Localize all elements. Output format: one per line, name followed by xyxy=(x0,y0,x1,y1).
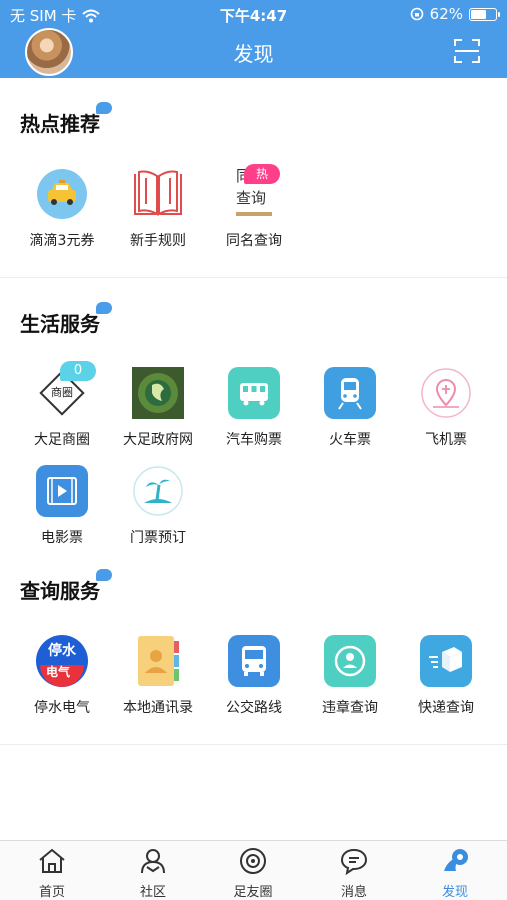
item-label: 门票预订 xyxy=(130,530,186,546)
item-label: 本地通讯录 xyxy=(123,700,193,716)
express-query-icon xyxy=(420,635,472,687)
tab-discover[interactable]: 发现 xyxy=(405,847,505,900)
life-item-bus-ticket[interactable]: 汽车购票 xyxy=(204,367,304,449)
friends-circle-icon xyxy=(240,848,266,874)
query-item-utilities[interactable]: 停水 电气 停水电气 xyxy=(12,635,112,717)
tab-friends-circle[interactable]: 足友圈 xyxy=(203,847,303,900)
item-label: 大足政府网 xyxy=(123,432,193,448)
bus-route-icon xyxy=(228,635,280,687)
life-item-train-ticket[interactable]: 火车票 xyxy=(300,367,400,449)
business-district-icon: 商圈 0 xyxy=(36,361,96,419)
status-bar: 无 SIM 卡 下午4:47 62% xyxy=(0,0,507,28)
tab-label: 首页 xyxy=(38,885,65,900)
discover-icon xyxy=(444,849,468,871)
tab-community[interactable]: 社区 xyxy=(103,847,203,900)
query-item-violation[interactable]: 违章查询 xyxy=(300,635,400,717)
life-item-business[interactable]: 商圈 0 大足商圈 xyxy=(12,361,112,449)
scan-icon[interactable] xyxy=(454,38,480,64)
hot-badge: 热 xyxy=(244,164,280,184)
item-label: 违章查询 xyxy=(322,700,378,716)
divider xyxy=(0,277,507,278)
item-label: 公交路线 xyxy=(226,700,282,716)
utilities-icon: 停水 电气 xyxy=(36,635,88,687)
item-label: 电影票 xyxy=(41,530,83,546)
query-item-bus-route[interactable]: 公交路线 xyxy=(204,635,304,717)
item-label: 大足商圈 xyxy=(34,432,90,448)
ruler-decoration xyxy=(236,212,272,216)
book-icon xyxy=(132,168,184,220)
item-label: 快递查询 xyxy=(418,700,474,716)
item-label: 停水电气 xyxy=(34,700,90,716)
contacts-icon xyxy=(132,635,184,687)
message-icon xyxy=(340,848,368,876)
train-ticket-icon xyxy=(324,367,376,419)
page-title: 发现 xyxy=(233,42,274,66)
section-marker-icon xyxy=(96,102,112,114)
home-icon xyxy=(39,848,65,873)
battery-level-fill xyxy=(471,9,486,19)
section-title-text: 生活服务 xyxy=(20,312,100,336)
community-icon xyxy=(141,849,165,874)
hot-item-rules[interactable]: 新手规则 xyxy=(108,168,208,250)
nav-bar: 发现 xyxy=(0,28,507,78)
tab-bar: 首页 社区 足友圈 消息 发现 xyxy=(0,840,507,900)
life-item-gov[interactable]: 大足政府网 xyxy=(108,367,208,449)
plane-ticket-icon xyxy=(420,367,472,419)
name-query-icon: 同 查询 热 xyxy=(228,164,280,220)
item-label: 火车票 xyxy=(329,432,371,448)
rotation-lock-icon xyxy=(410,7,423,21)
tab-label: 发现 xyxy=(441,885,468,900)
top-bar: 无 SIM 卡 下午4:47 62% 发现 xyxy=(0,0,507,78)
icon-text: 电气 xyxy=(46,665,71,679)
icon-text: 停水 xyxy=(48,643,76,659)
battery-icon xyxy=(469,7,500,21)
battery-percent: 62% xyxy=(429,5,463,23)
icon-text: 查询 xyxy=(236,189,267,207)
section-title-query: 查询服务 xyxy=(20,569,112,604)
item-label: 汽车购票 xyxy=(226,432,282,448)
divider xyxy=(0,744,507,745)
hot-item-name-query[interactable]: 同 查询 热 同名查询 xyxy=(204,164,304,250)
violation-query-icon xyxy=(324,635,376,687)
life-item-movie-ticket[interactable]: 电影票 xyxy=(12,465,112,547)
taxi-icon xyxy=(36,168,88,220)
query-item-contacts[interactable]: 本地通讯录 xyxy=(108,635,208,717)
government-site-icon xyxy=(132,367,184,419)
section-marker-icon xyxy=(96,302,112,314)
tab-messages[interactable]: 消息 xyxy=(304,847,404,900)
item-label: 飞机票 xyxy=(425,432,467,448)
movie-ticket-icon xyxy=(36,465,88,517)
section-title-text: 查询服务 xyxy=(20,579,100,603)
section-title-hot: 热点推荐 xyxy=(20,102,112,137)
life-item-plane-ticket[interactable]: 飞机票 xyxy=(396,367,496,449)
count-badge: 0 xyxy=(60,361,96,381)
hot-item-didi[interactable]: 滴滴3元券 xyxy=(12,168,112,250)
tab-home[interactable]: 首页 xyxy=(2,847,102,900)
bus-ticket-icon xyxy=(228,367,280,419)
section-title-life: 生活服务 xyxy=(20,302,112,337)
query-item-express[interactable]: 快递查询 xyxy=(396,635,496,717)
item-label: 同名查询 xyxy=(226,233,282,249)
section-marker-icon xyxy=(96,569,112,581)
section-title-text: 热点推荐 xyxy=(20,112,100,136)
icon-text: 商圈 xyxy=(51,386,73,399)
attraction-ticket-icon xyxy=(132,465,184,517)
tab-label: 足友圈 xyxy=(233,885,273,900)
tab-label: 消息 xyxy=(340,885,367,900)
item-label: 新手规则 xyxy=(130,233,186,249)
life-item-attraction-ticket[interactable]: 门票预订 xyxy=(108,465,208,547)
item-label: 滴滴3元券 xyxy=(29,233,95,249)
tab-label: 社区 xyxy=(139,885,166,900)
